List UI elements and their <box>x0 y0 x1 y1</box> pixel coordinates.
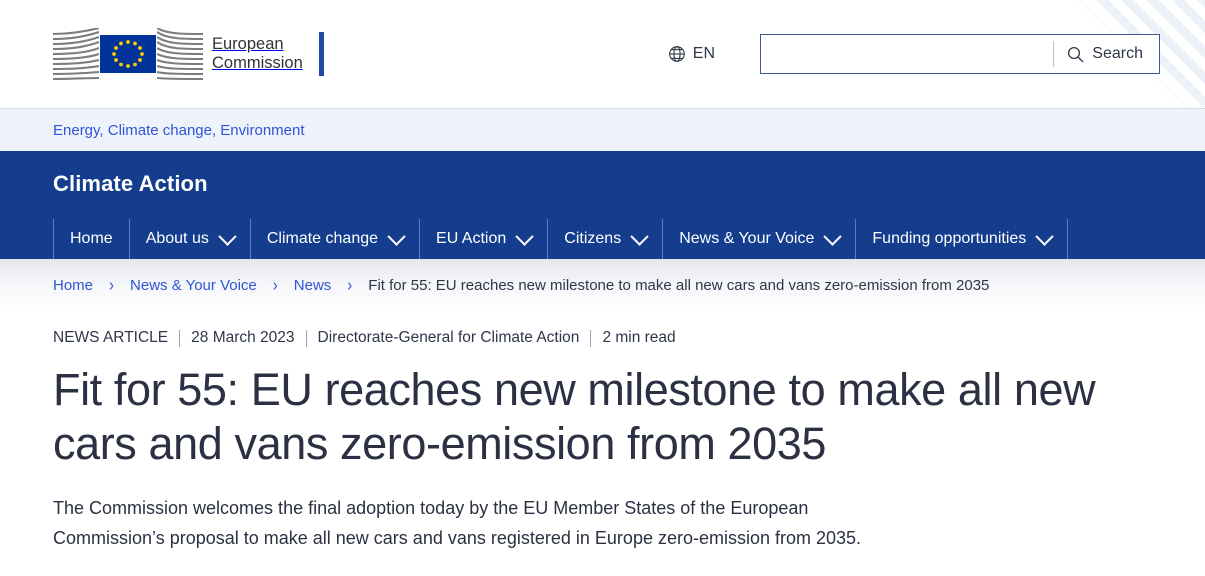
nav-item-eu-action[interactable]: EU Action <box>419 219 547 259</box>
logo-wordmark-line1: European <box>212 35 284 53</box>
breadcrumb-item-current: Fit for 55: EU reaches new milestone to … <box>368 277 989 294</box>
policy-group-bar: Energy, Climate change, Environment <box>0 109 1205 151</box>
nav-item-home[interactable]: Home <box>53 219 129 259</box>
globe-icon <box>668 45 686 63</box>
breadcrumb-separator-icon: › <box>109 275 114 295</box>
article-type: NEWS ARTICLE <box>53 329 168 347</box>
breadcrumb-item-news[interactable]: News <box>294 277 332 294</box>
meta-divider <box>306 330 307 347</box>
site-title: Climate Action <box>53 171 1205 197</box>
language-switcher[interactable]: EN <box>668 45 715 63</box>
chevron-down-icon <box>387 227 405 245</box>
breadcrumb-item-news-your-voice[interactable]: News & Your Voice <box>130 277 257 294</box>
nav-item-news-your-voice[interactable]: News & Your Voice <box>662 219 855 259</box>
article-intro: The Commission welcomes the final adopti… <box>53 493 903 553</box>
logo-stripes-right-icon <box>157 28 203 80</box>
chevron-down-icon <box>218 227 236 245</box>
nav-item-label: About us <box>146 230 209 248</box>
article-department: Directorate-General for Climate Action <box>318 329 580 347</box>
european-commission-logo[interactable]: European Commission <box>53 26 324 82</box>
search-input[interactable] <box>761 35 1053 73</box>
eu-stars-icon <box>100 35 156 73</box>
chevron-down-icon <box>1036 227 1054 245</box>
nav-item-citizens[interactable]: Citizens <box>547 219 662 259</box>
site-header: European Commission EN <box>0 0 1205 109</box>
eu-flag-icon <box>100 35 156 73</box>
breadcrumb-separator-icon: › <box>347 275 352 295</box>
logo-accent-bar <box>319 32 324 76</box>
breadcrumb-item-home[interactable]: Home <box>53 277 93 294</box>
chevron-down-icon <box>824 227 842 245</box>
nav-item-label: Home <box>70 230 113 248</box>
chevron-down-icon <box>516 227 534 245</box>
language-label: EN <box>693 45 715 63</box>
nav-item-label: Climate change <box>267 230 378 248</box>
article-read-time: 2 min read <box>602 329 675 347</box>
nav-item-label: News & Your Voice <box>679 230 814 248</box>
logo-stripes-left-icon <box>53 28 99 80</box>
nav-item-label: Funding opportunities <box>872 230 1026 248</box>
search-box[interactable]: Search <box>760 34 1160 74</box>
search-icon <box>1067 46 1084 63</box>
article: NEWS ARTICLE 28 March 2023 Directorate-G… <box>0 329 1205 553</box>
main-navigation: Home About us Climate change EU Action C… <box>53 219 1205 259</box>
search-button[interactable]: Search <box>1054 35 1159 73</box>
logo-wordmark-line2: Commission <box>212 54 303 72</box>
nav-item-label: Citizens <box>564 230 621 248</box>
page-title: Fit for 55: EU reaches new milestone to … <box>53 363 1152 471</box>
breadcrumb: Home › News & Your Voice › News › Fit fo… <box>53 277 989 294</box>
breadcrumb-separator-icon: › <box>273 275 278 295</box>
nav-item-climate-change[interactable]: Climate change <box>250 219 419 259</box>
policy-group-link[interactable]: Energy, Climate change, Environment <box>53 122 305 139</box>
article-date: 28 March 2023 <box>191 329 294 347</box>
search-button-label: Search <box>1092 45 1143 63</box>
article-meta: NEWS ARTICLE 28 March 2023 Directorate-G… <box>53 329 1152 347</box>
meta-divider <box>590 330 591 347</box>
nav-item-funding-opportunities[interactable]: Funding opportunities <box>855 219 1068 259</box>
nav-item-about-us[interactable]: About us <box>129 219 250 259</box>
logo-wordmark: European Commission <box>212 35 303 73</box>
meta-divider <box>179 330 180 347</box>
nav-item-label: EU Action <box>436 230 506 248</box>
site-band: Climate Action Home About us Climate cha… <box>0 151 1205 259</box>
breadcrumb-bar: Home › News & Your Voice › News › Fit fo… <box>0 259 1205 311</box>
chevron-down-icon <box>630 227 648 245</box>
